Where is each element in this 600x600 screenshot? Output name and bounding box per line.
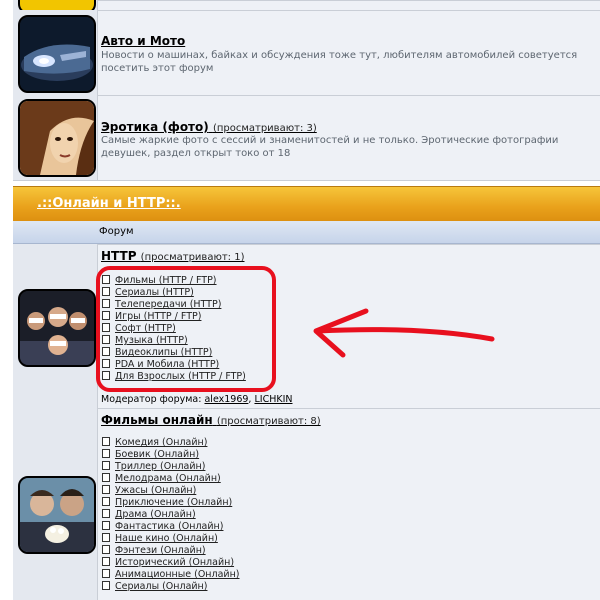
document-icon bbox=[102, 497, 110, 506]
forum-page: Авто и Мото Новости о машинах, байках и … bbox=[0, 0, 600, 600]
list-item[interactable]: Комедия (Онлайн) bbox=[102, 437, 240, 449]
document-icon bbox=[102, 437, 110, 446]
list-item[interactable]: Сериалы (Онлайн) bbox=[102, 581, 240, 593]
subforum-link[interactable]: Боевик (Онлайн) bbox=[115, 449, 199, 460]
subforum-link[interactable]: Драма (Онлайн) bbox=[115, 509, 196, 520]
subforum-link[interactable]: Исторический (Онлайн) bbox=[115, 557, 234, 568]
list-item[interactable]: Приключение (Онлайн) bbox=[102, 497, 240, 509]
list-item[interactable]: Триллер (Онлайн) bbox=[102, 461, 240, 473]
list-item[interactable]: Мелодрама (Онлайн) bbox=[102, 473, 240, 485]
movie-viewers-avatar bbox=[18, 476, 96, 554]
document-icon bbox=[102, 485, 110, 494]
document-icon bbox=[102, 473, 110, 482]
list-item[interactable]: Ужасы (Онлайн) bbox=[102, 485, 240, 497]
list-item[interactable]: Фэнтези (Онлайн) bbox=[102, 545, 240, 557]
subforum-link[interactable]: Фантастика (Онлайн) bbox=[115, 521, 223, 532]
document-icon bbox=[102, 449, 110, 458]
subforum-link[interactable]: Триллер (Онлайн) bbox=[115, 461, 205, 472]
list-item[interactable]: Исторический (Онлайн) bbox=[102, 557, 240, 569]
subforum-link[interactable]: Ужасы (Онлайн) bbox=[115, 485, 196, 496]
document-icon bbox=[102, 521, 110, 530]
forum-title-text[interactable]: Фильмы онлайн bbox=[101, 413, 213, 427]
subforum-link[interactable]: Анимационные (Онлайн) bbox=[115, 569, 240, 580]
list-item[interactable]: Фантастика (Онлайн) bbox=[102, 521, 240, 533]
viewing-count: (просматривают: 8) bbox=[216, 416, 321, 427]
subforum-link[interactable]: Комедия (Онлайн) bbox=[115, 437, 207, 448]
forum-title-films-online[interactable]: Фильмы онлайн (просматривают: 8) bbox=[101, 413, 321, 427]
document-icon bbox=[102, 569, 110, 578]
subforum-link[interactable]: Мелодрама (Онлайн) bbox=[115, 473, 221, 484]
document-icon bbox=[102, 557, 110, 566]
subforum-list-films: Комедия (Онлайн) Боевик (Онлайн) Триллер… bbox=[102, 437, 240, 593]
document-icon bbox=[102, 581, 110, 590]
list-item[interactable]: Боевик (Онлайн) bbox=[102, 449, 240, 461]
document-icon bbox=[102, 533, 110, 542]
document-icon bbox=[102, 461, 110, 470]
subforum-link[interactable]: Сериалы (Онлайн) bbox=[115, 581, 207, 592]
subforum-link[interactable]: Приключение (Онлайн) bbox=[115, 497, 232, 508]
list-item[interactable]: Наше кино (Онлайн) bbox=[102, 533, 240, 545]
document-icon bbox=[102, 509, 110, 518]
subforum-link[interactable]: Наше кино (Онлайн) bbox=[115, 533, 218, 544]
list-item[interactable]: Анимационные (Онлайн) bbox=[102, 569, 240, 581]
document-icon bbox=[102, 545, 110, 554]
list-item[interactable]: Драма (Онлайн) bbox=[102, 509, 240, 521]
subforum-link[interactable]: Фэнтези (Онлайн) bbox=[115, 545, 206, 556]
